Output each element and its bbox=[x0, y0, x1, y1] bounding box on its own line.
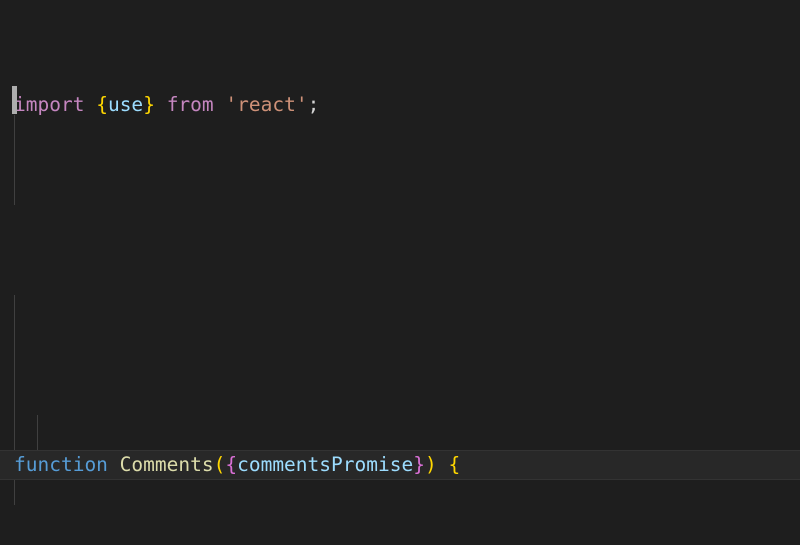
code-line-3-empty[interactable] bbox=[0, 330, 800, 360]
code-content[interactable]: import {use} from 'react'; function Comm… bbox=[0, 0, 800, 545]
token-brace-close: } bbox=[143, 93, 155, 116]
text-cursor bbox=[12, 86, 17, 114]
code-editor[interactable]: import {use} from 'react'; function Comm… bbox=[0, 0, 800, 545]
token-param-commentspromise: commentsPromise bbox=[237, 453, 414, 476]
token-brace-open: { bbox=[96, 93, 108, 116]
token-comments-fn-name: Comments bbox=[119, 453, 214, 476]
token-module-string: 'react' bbox=[225, 93, 308, 116]
token-paren-open: ( bbox=[213, 453, 226, 476]
token-import-keyword: import bbox=[14, 93, 85, 116]
token-function-keyword: function bbox=[14, 453, 108, 476]
token-destructure-brace-close: } bbox=[413, 453, 425, 476]
token-destructure-brace-open: { bbox=[225, 453, 238, 476]
token-from-keyword: from bbox=[166, 93, 214, 116]
token-semicolon: ; bbox=[307, 93, 320, 116]
code-line-4-active[interactable]: function Comments({commentsPromise}) { bbox=[0, 450, 800, 480]
token-use-import: use bbox=[107, 93, 144, 116]
token-paren-close: ) bbox=[424, 453, 437, 476]
code-line-2-empty[interactable] bbox=[0, 210, 800, 240]
code-line-1[interactable]: import {use} from 'react'; bbox=[0, 90, 800, 120]
token-body-brace-open: { bbox=[448, 453, 461, 476]
